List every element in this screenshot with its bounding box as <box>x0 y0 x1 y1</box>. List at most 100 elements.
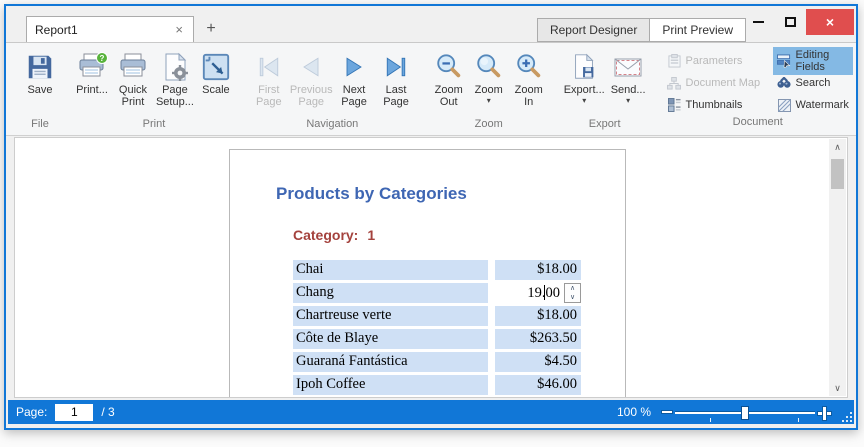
document-tab-report1[interactable]: Report1 × <box>26 16 194 42</box>
spin-up-button[interactable]: ∧ <box>565 284 580 293</box>
zoom-slider-minus-icon[interactable] <box>661 410 673 414</box>
product-name-cell: Chai <box>293 260 488 280</box>
print-preview-window: Report1 × + Report Designer Print Previe… <box>4 4 858 430</box>
table-row: Ipoh Coffee $46.00 <box>293 375 625 395</box>
watermark-icon <box>777 98 792 113</box>
send-button[interactable]: Send... ▾ <box>608 47 649 105</box>
new-tab-button[interactable]: + <box>202 20 220 38</box>
first-page-button: First Page <box>248 47 290 108</box>
preview-area: Products by Categories Category: 1 Chai $… <box>14 137 848 398</box>
send-icon <box>612 50 644 84</box>
zoom-slider-thumb[interactable] <box>740 405 749 420</box>
document-map-icon <box>667 76 682 91</box>
zoom-out-button[interactable]: Zoom Out <box>429 47 469 108</box>
print-button[interactable]: ? Print... <box>72 47 112 96</box>
editing-fields-label: Editing Fields <box>795 49 830 73</box>
product-name-cell: Ipoh Coffee <box>293 375 488 395</box>
page-total: / 3 <box>101 405 115 419</box>
zoom-slider-plus-icon[interactable] <box>817 405 832 421</box>
ribbon-group-navigation: First Page Previous Page Next Page Last … <box>244 45 421 135</box>
last-page-icon <box>382 50 410 84</box>
spin-down-button[interactable]: ∨ <box>565 293 580 302</box>
zoom-dropdown-icon <box>474 50 504 84</box>
slider-tick <box>710 417 711 422</box>
product-name-cell: Guaraná Fantástica <box>293 352 488 372</box>
save-icon <box>25 50 55 84</box>
maximize-button[interactable] <box>774 9 806 35</box>
product-price-field[interactable]: $46.00 <box>495 375 581 395</box>
editing-fields-icon <box>777 54 792 69</box>
scroll-up-icon[interactable]: ∧ <box>829 139 846 155</box>
save-button[interactable]: Save <box>20 47 60 96</box>
last-page-button[interactable]: Last Page <box>375 47 416 108</box>
price-edit-box[interactable]: ∧ ∨ <box>495 283 581 303</box>
ribbon-group-export: Export... ▾ Send... ▾ Export <box>557 45 653 135</box>
dropdown-arrow-icon: ▾ <box>582 96 587 105</box>
document-tab-label: Report1 <box>35 22 78 37</box>
page-setup-icon <box>159 50 191 84</box>
product-price-field[interactable]: $18.00 <box>495 260 581 280</box>
thumbnails-icon <box>667 98 682 113</box>
editing-fields-button[interactable]: Editing Fields <box>772 47 853 75</box>
parameters-icon <box>667 54 682 69</box>
close-button[interactable]: × <box>806 9 854 35</box>
group-label-zoom: Zoom <box>474 118 503 130</box>
group-label-navigation: Navigation <box>306 118 359 130</box>
print-icon: ? <box>76 50 108 84</box>
quick-print-icon <box>117 50 149 84</box>
tab-print-preview-label: Print Preview <box>662 23 733 37</box>
maximize-icon <box>784 17 796 27</box>
tab-print-preview[interactable]: Print Preview <box>649 18 746 42</box>
dropdown-arrow-icon: ▾ <box>626 96 631 105</box>
watermark-button[interactable]: Watermark <box>773 96 853 115</box>
next-page-label: Next Page <box>341 84 367 108</box>
zoom-in-icon <box>514 50 544 84</box>
zoom-in-button[interactable]: Zoom In <box>509 47 549 108</box>
send-label: Send... <box>610 84 646 96</box>
category-value: 1 <box>367 227 376 243</box>
export-label: Export... <box>563 84 605 96</box>
price-edit-input[interactable] <box>495 284 564 302</box>
next-page-button[interactable]: Next Page <box>333 47 376 108</box>
window-controls: × <box>742 9 854 35</box>
tab-report-designer[interactable]: Report Designer <box>536 18 650 42</box>
thumbnails-button[interactable]: Thumbnails <box>663 96 769 115</box>
zoom-slider-track[interactable] <box>675 405 815 422</box>
print-label: Print... <box>76 84 108 96</box>
search-button[interactable]: Search <box>773 74 853 93</box>
tab-close-icon[interactable]: × <box>173 23 185 36</box>
quick-print-button[interactable]: Quick Print <box>112 47 154 108</box>
minimize-button[interactable] <box>742 9 774 35</box>
scrollbar-thumb[interactable] <box>831 159 844 189</box>
save-label: Save <box>27 84 53 96</box>
export-button[interactable]: Export... ▾ <box>561 47 608 105</box>
ribbon-group-file: Save File <box>16 45 64 135</box>
zoom-out-label: Zoom Out <box>434 84 463 108</box>
table-row: Guaraná Fantástica $4.50 <box>293 352 625 372</box>
product-price-field[interactable]: $263.50 <box>495 329 581 349</box>
scale-label: Scale <box>202 84 230 96</box>
table-row: Chai $18.00 <box>293 260 625 280</box>
category-heading: Category: 1 <box>293 227 625 243</box>
page-label: Page: <box>16 405 48 419</box>
scale-button[interactable]: Scale <box>196 47 236 96</box>
page-number-input[interactable] <box>55 403 94 421</box>
parameters-label: Parameters <box>685 55 743 67</box>
table-row: Chartreuse verte $18.00 <box>293 306 625 326</box>
slider-tick <box>798 417 800 422</box>
scroll-down-icon[interactable]: ∨ <box>829 380 846 396</box>
text-caret <box>544 285 545 300</box>
zoom-button[interactable]: Zoom ▾ <box>469 47 509 105</box>
parameters-button: Parameters <box>663 52 769 71</box>
vertical-scrollbar[interactable]: ∧ ∨ <box>829 139 846 396</box>
group-label-file: File <box>31 118 49 130</box>
resize-grip[interactable] <box>840 410 852 422</box>
zoom-slider[interactable] <box>661 405 832 422</box>
page-setup-button[interactable]: Page Setup... <box>154 47 196 108</box>
product-price-field[interactable]: $4.50 <box>495 352 581 372</box>
product-name-cell: Côte de Blaye <box>293 329 488 349</box>
category-label: Category: <box>293 227 359 243</box>
product-price-field[interactable]: $18.00 <box>495 306 581 326</box>
ribbon-group-zoom: Zoom Out Zoom ▾ Zoom In Zoom <box>425 45 553 135</box>
ribbon-group-print: ? Print... Quick Print Page Setup... Sca… <box>68 45 240 135</box>
